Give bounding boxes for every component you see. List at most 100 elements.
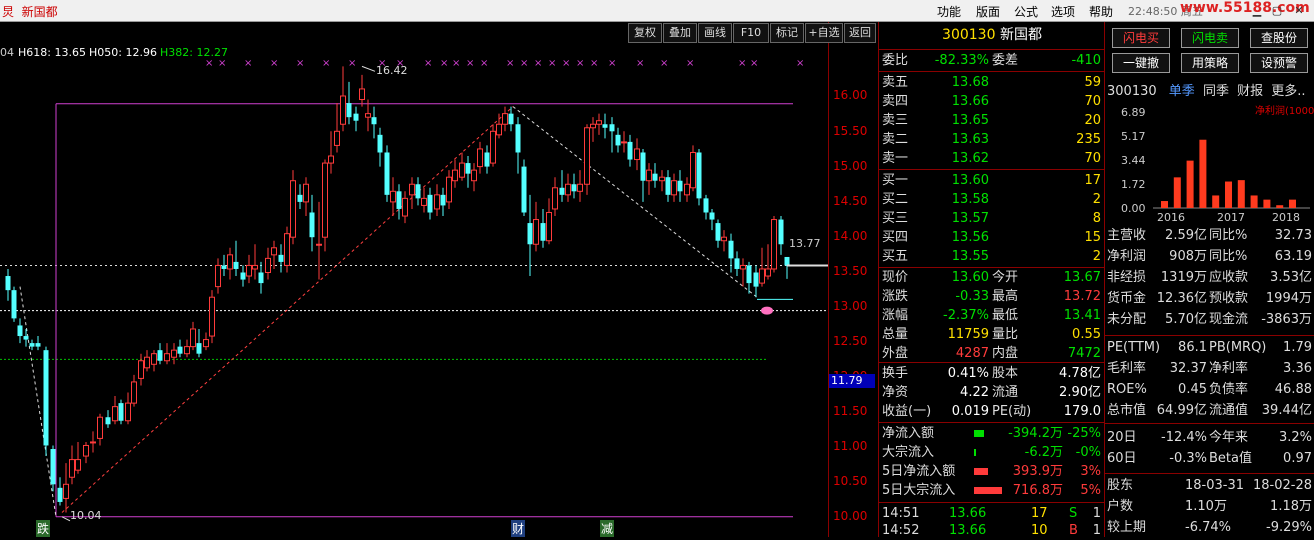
row-label: 内盘 (992, 346, 1019, 361)
candle-body (290, 180, 296, 238)
marker-x: × (576, 58, 584, 69)
fin-label: 负债率 (1209, 382, 1249, 397)
row-value: 13.41 (1063, 308, 1101, 323)
minimize-icon[interactable]: ▁ (1250, 4, 1264, 17)
candle-body (177, 346, 183, 354)
query-shares-button[interactable]: 查股份 (1250, 28, 1308, 48)
candle-body (440, 194, 446, 206)
fin-value: 32.37 (1169, 361, 1207, 376)
candle-body (640, 152, 646, 181)
candle-body (459, 162, 465, 178)
menu-function[interactable]: 功能 (937, 3, 961, 20)
menu-help[interactable]: 帮助 (1089, 3, 1113, 20)
flash-sell-button[interactable]: 闪电卖 (1181, 28, 1239, 48)
strategy-button[interactable]: 用策略 (1181, 53, 1239, 73)
candle-body (151, 353, 157, 365)
low-connector (61, 516, 71, 522)
f10-button[interactable]: F10 (733, 23, 769, 43)
candle-body (527, 223, 533, 245)
candle-body (271, 247, 277, 256)
cancel-all-button[interactable]: 一键撤 (1112, 53, 1170, 73)
high-connector (361, 65, 376, 72)
candle-body (309, 212, 315, 238)
candle-body (434, 194, 440, 210)
overlay-button[interactable]: 叠加 (663, 23, 697, 43)
close-icon[interactable]: ✕ (1292, 4, 1306, 17)
profit-bar (1250, 195, 1258, 208)
divider (1105, 335, 1314, 336)
draw-line-button[interactable]: 画线 (698, 23, 732, 43)
back-button[interactable]: 返回 (844, 23, 876, 43)
ask-price: 13.65 (951, 113, 989, 128)
ma-h050: H050: 12.96 (89, 46, 157, 59)
candle-body (157, 350, 163, 361)
candle-body (131, 381, 137, 404)
event-marker[interactable]: 财 (511, 520, 526, 537)
kline-svg[interactable]: × × × × × × × × × × × × × × × × × × × × × × × × × × × × (0, 22, 878, 537)
bid-volume: 17 (1084, 173, 1101, 188)
candle-body (615, 134, 621, 146)
fin-label: 60日 (1107, 451, 1137, 466)
bid-price: 13.57 (951, 211, 989, 226)
fin-value: -9.29% (1266, 520, 1312, 535)
mark-button[interactable]: 标记 (770, 23, 804, 43)
ask-volume: 59 (1084, 75, 1101, 90)
fuquan-button[interactable]: 复权 (628, 23, 662, 43)
fin-label: 净利润 (1107, 249, 1147, 264)
marker-x: × (270, 58, 278, 69)
menu-formula[interactable]: 公式 (1014, 3, 1038, 20)
candle-body (69, 459, 75, 478)
divider (879, 169, 1105, 170)
fin-row: 60日 -0.3% Beta值 0.97 (1105, 448, 1314, 469)
candle-body (746, 265, 752, 284)
candle-body (371, 117, 377, 125)
flow-row: 净流入额 -394.2万 -25% (879, 424, 1105, 443)
current-price-tag: 11.79 (829, 374, 875, 388)
menu-layout[interactable]: 版面 (976, 3, 1000, 20)
candle-body (43, 350, 49, 446)
flow-bar (974, 468, 988, 475)
flow-label: 5日净流入额 (882, 464, 956, 479)
event-marker[interactable]: 跌 (36, 520, 51, 537)
price-label: 12.50 (833, 334, 868, 348)
candle-body (571, 184, 577, 192)
candle-body (112, 406, 118, 422)
tick-time: 14:52 (882, 523, 920, 538)
fin-value: 46.88 (1274, 382, 1312, 397)
candle-body (328, 155, 334, 164)
row-value: -0.33 (955, 289, 989, 304)
row-label: 涨跌 (882, 289, 909, 304)
candle-body (584, 127, 590, 185)
fin-value: 1.18万 (1270, 499, 1312, 514)
tab-quarter[interactable]: 单季 (1169, 84, 1195, 99)
candle-body (452, 169, 458, 182)
add-watchlist-button[interactable]: +自选 (805, 23, 843, 43)
price-label: 11.00 (833, 439, 868, 453)
fin-label: 货币金 (1107, 291, 1147, 306)
menu-options[interactable]: 选项 (1051, 3, 1075, 20)
fin-row: 货币金 12.36亿 预收款 1994万 (1105, 288, 1314, 309)
row-value: 4.78亿 (1059, 366, 1101, 381)
row-label: 换手 (882, 366, 909, 381)
ask-volume: 20 (1084, 113, 1101, 128)
profit-bar (1225, 181, 1232, 208)
candle-body (303, 183, 309, 203)
flow-bar (974, 449, 976, 456)
ask-price: 13.63 (951, 132, 989, 147)
row-value: 13.60 (951, 270, 989, 285)
event-marker[interactable]: 减 (600, 520, 615, 537)
candle-body (728, 240, 734, 259)
tab-yoy[interactable]: 同季 (1203, 84, 1229, 99)
candle-body (252, 264, 258, 270)
marker-x: × (506, 58, 514, 69)
price-label: 10.50 (833, 474, 868, 488)
alert-button[interactable]: 设预警 (1250, 53, 1308, 73)
flow-value: 393.9万 (1012, 464, 1063, 479)
tab-report[interactable]: 财报 (1237, 84, 1263, 99)
profit-bar (1212, 195, 1220, 208)
tab-more[interactable]: 更多.. (1271, 84, 1305, 99)
candle-body (353, 113, 359, 121)
candle-body (50, 449, 56, 485)
flash-buy-button[interactable]: 闪电买 (1112, 28, 1170, 48)
maximize-icon[interactable]: ▢ (1270, 4, 1284, 17)
